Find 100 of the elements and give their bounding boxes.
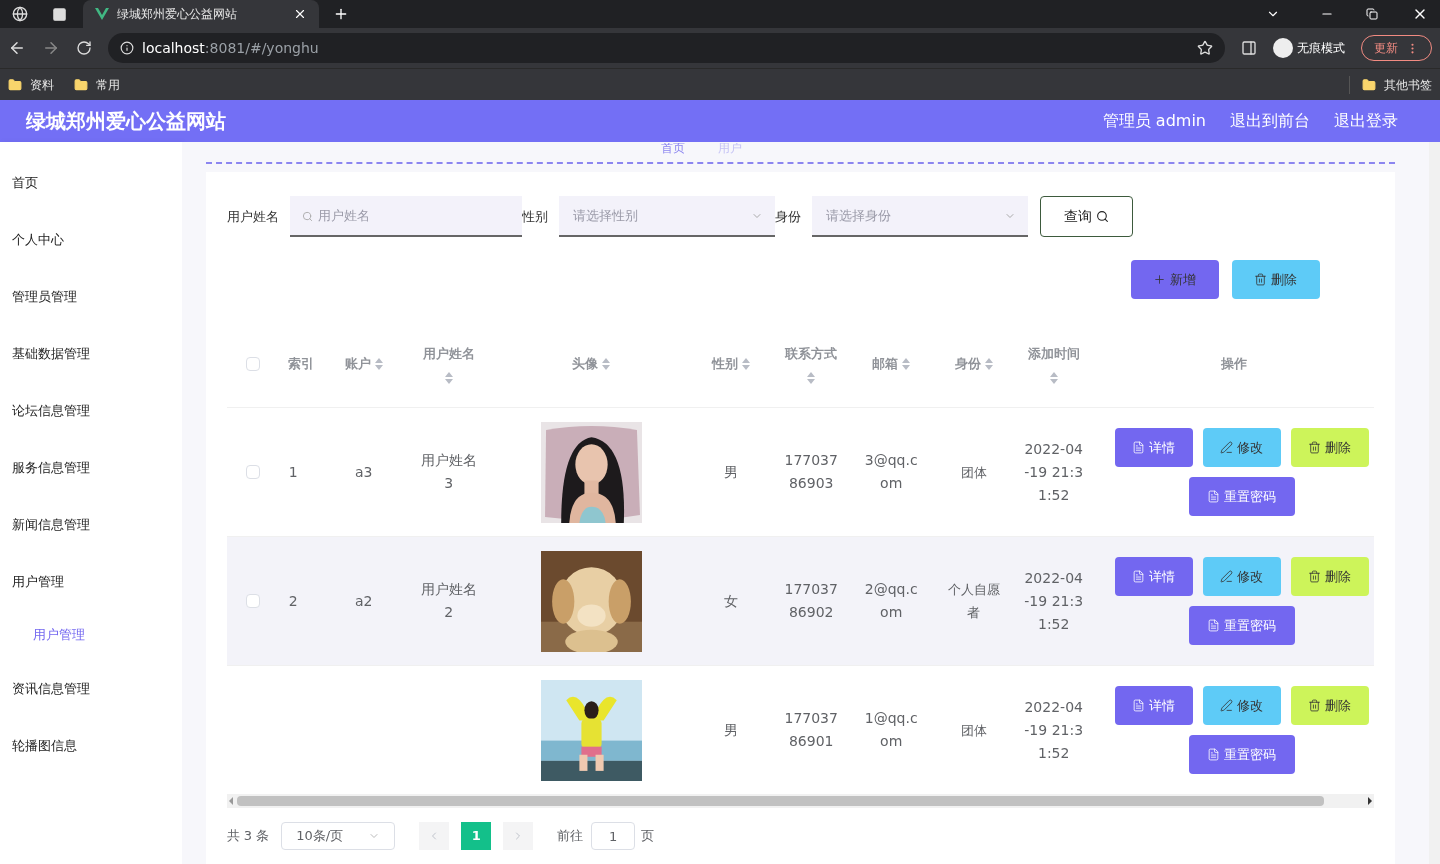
checkbox[interactable] (245, 465, 260, 479)
url-text: localhost:8081/#/yonghu (142, 38, 320, 58)
sidebar-item[interactable]: 论坛信息管理 (0, 382, 182, 439)
trash-icon (1308, 441, 1322, 454)
trash-icon (1308, 570, 1322, 583)
sort-icon[interactable] (984, 358, 993, 370)
action-button[interactable]: 详情 (1114, 428, 1193, 467)
bookmark[interactable]: 其他书签 (1349, 75, 1432, 94)
browser-tab[interactable]: 绿城郑州爱心公益网站 (83, 0, 319, 28)
sidebar-item[interactable]: 管理员管理 (0, 268, 182, 325)
pen-icon (1220, 570, 1234, 583)
header-link[interactable]: 退出到前台 (1230, 109, 1310, 133)
document-icon (1207, 619, 1221, 632)
document-icon (1207, 748, 1221, 761)
query-button[interactable]: 查询 (1039, 196, 1133, 237)
document-icon (1132, 441, 1146, 454)
action-button[interactable]: 重置密码 (1188, 477, 1295, 516)
sidebar-item[interactable]: 服务信息管理 (0, 439, 182, 496)
horizontal-scrollbar[interactable] (226, 794, 1374, 808)
close-icon[interactable] (293, 7, 307, 21)
field-label: 性别 (521, 207, 548, 226)
header-link[interactable]: 管理员 admin (1102, 109, 1206, 133)
table-cell-text: 2022-04-19 21:31:52 (1023, 568, 1085, 634)
sort-icon[interactable] (807, 371, 816, 384)
column-header: 操作 (1220, 355, 1247, 374)
total-count: 共 3 条 (226, 827, 270, 846)
incognito-label: 无痕模式 (1297, 40, 1345, 57)
delete-button[interactable]: 删除 (1231, 260, 1320, 299)
folder-icon (1362, 77, 1376, 92)
sort-icon[interactable] (902, 358, 911, 370)
star-icon[interactable] (1197, 40, 1213, 56)
select-field[interactable]: 请选择身份 (811, 196, 1028, 237)
table-cell-text: 男 (724, 720, 739, 740)
table-cell-text: a2 (354, 591, 373, 611)
field-label: 用户姓名 (226, 207, 279, 226)
action-button[interactable]: 修改 (1202, 557, 1281, 596)
document-icon (1207, 490, 1221, 503)
action-button[interactable]: 修改 (1202, 686, 1281, 725)
page-input[interactable]: 1 (591, 822, 636, 850)
tab-title: 绿城郑州爱心公益网站 (117, 6, 238, 23)
globe-icon[interactable] (12, 6, 28, 22)
table-cell-text: 17703786903 (783, 451, 839, 493)
window-icon[interactable] (52, 6, 67, 22)
bookmark[interactable]: 资料 (8, 75, 54, 94)
table-cell-text: 团体 (959, 721, 988, 740)
table-cell-text: 女 (724, 591, 739, 611)
scroll-right-icon[interactable] (1367, 797, 1372, 805)
sidebar-subitem[interactable]: 用户管理 (0, 610, 182, 660)
restore-icon[interactable] (1366, 8, 1378, 20)
goto-suffix: 页 (641, 827, 655, 846)
table-cell-text: 团体 (959, 463, 988, 482)
goto-label: 前往 (557, 827, 584, 846)
sidebar-item[interactable]: 轮播图信息 (0, 717, 182, 774)
folder-icon (74, 77, 88, 92)
incognito-icon (1273, 38, 1293, 58)
reload-icon[interactable] (76, 40, 92, 56)
bookmark[interactable]: 常用 (74, 75, 120, 94)
scroll-left-icon[interactable] (228, 797, 233, 805)
action-button[interactable]: 重置密码 (1188, 735, 1295, 774)
folder-icon (8, 77, 22, 92)
action-button[interactable]: 重置密码 (1188, 606, 1295, 645)
address-bar[interactable]: localhost:8081/#/yonghu (108, 33, 1225, 63)
sort-icon[interactable] (1049, 371, 1058, 384)
sidebar-item[interactable]: 首页 (0, 154, 182, 211)
action-button[interactable]: 删除 (1290, 428, 1369, 467)
document-icon (1132, 570, 1146, 583)
search-field[interactable]: 用户姓名 (289, 196, 522, 237)
action-button[interactable]: 详情 (1114, 686, 1193, 725)
back-icon[interactable] (8, 39, 26, 57)
checkbox[interactable] (245, 357, 260, 371)
page-size-select[interactable]: 10条/页 (281, 822, 396, 850)
site-logo-icon (95, 8, 109, 20)
sort-icon[interactable] (602, 358, 611, 370)
action-button[interactable]: 删除 (1290, 557, 1369, 596)
column-header: 索引 (288, 355, 315, 374)
search-icon (1095, 210, 1109, 223)
sort-icon[interactable] (374, 358, 383, 370)
sort-icon[interactable] (742, 358, 751, 370)
forward-icon[interactable] (42, 39, 60, 57)
select-field[interactable]: 请选择性别 (558, 196, 775, 237)
header-link[interactable]: 退出登录 (1334, 109, 1398, 133)
sidebar-item[interactable]: 新闻信息管理 (0, 496, 182, 553)
pen-icon (1220, 699, 1234, 712)
sidebar-item[interactable]: 个人中心 (0, 211, 182, 268)
table-cell-text: 3@qq.com (863, 451, 919, 493)
checkbox[interactable] (245, 594, 260, 608)
side-panel-icon[interactable] (1241, 40, 1257, 56)
sidebar-item[interactable]: 资讯信息管理 (0, 660, 182, 717)
action-button[interactable]: 详情 (1114, 557, 1193, 596)
sort-icon[interactable] (444, 371, 453, 384)
table-cell-text: 2022-04-19 21:31:52 (1023, 439, 1085, 505)
action-button[interactable]: 修改 (1202, 428, 1281, 467)
sidebar-item[interactable]: 用户管理 (0, 553, 182, 610)
new-tab-icon[interactable] (333, 6, 349, 22)
sidebar-item[interactable]: 基础数据管理 (0, 325, 182, 382)
table-cell-text: 2@qq.com (863, 580, 919, 622)
trash-icon (1308, 699, 1322, 712)
site-title: 绿城郑州爱心公益网站 (26, 108, 227, 135)
field-label: 身份 (774, 207, 801, 226)
action-button[interactable]: 删除 (1290, 686, 1369, 725)
